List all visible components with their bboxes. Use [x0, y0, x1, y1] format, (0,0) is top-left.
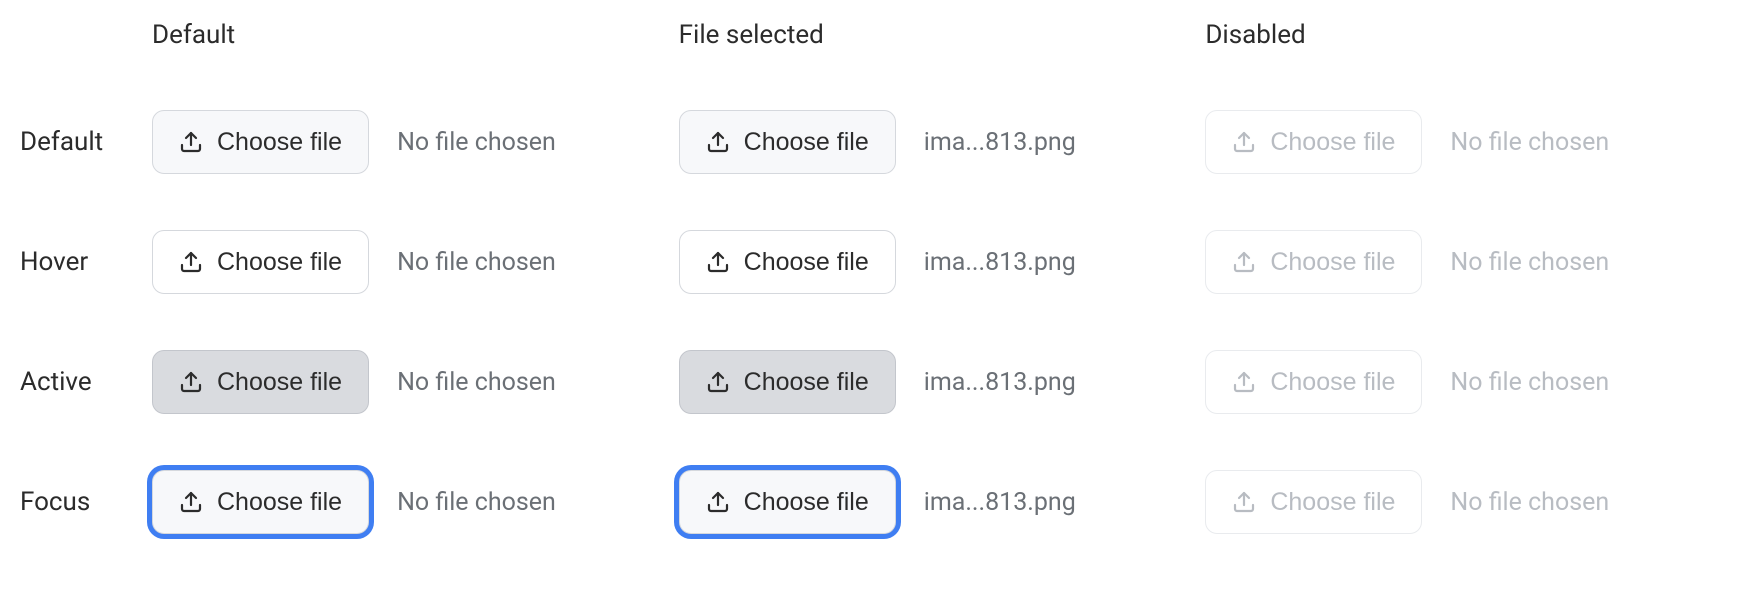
- choose-file-button[interactable]: Choose file: [152, 110, 369, 174]
- cell-default-selected: Choose file ima...813.png: [679, 110, 1206, 174]
- file-status: ima...813.png: [924, 488, 1076, 517]
- file-status: No file chosen: [1450, 248, 1609, 277]
- choose-file-button: Choose file: [1205, 230, 1422, 294]
- choose-file-label: Choose file: [217, 488, 342, 517]
- file-status: No file chosen: [1450, 128, 1609, 157]
- cell-hover-selected: Choose file ima...813.png: [679, 230, 1206, 294]
- choose-file-label: Choose file: [217, 248, 342, 277]
- choose-file-button[interactable]: Choose file: [679, 350, 896, 414]
- row-label-active: Active: [20, 367, 152, 397]
- col-header-disabled: Disabled: [1205, 20, 1732, 54]
- upload-icon: [706, 490, 730, 514]
- upload-icon: [1232, 250, 1256, 274]
- choose-file-label: Choose file: [217, 128, 342, 157]
- upload-icon: [179, 130, 203, 154]
- file-status: ima...813.png: [924, 128, 1076, 157]
- file-status: No file chosen: [1450, 488, 1609, 517]
- row-label-hover: Hover: [20, 247, 152, 277]
- cell-default-disabled: Choose file No file chosen: [1205, 110, 1732, 174]
- cell-hover-default: Choose file No file chosen: [152, 230, 679, 294]
- choose-file-button[interactable]: Choose file: [152, 470, 369, 534]
- row-label-focus: Focus: [20, 487, 152, 517]
- cell-focus-selected: Choose file ima...813.png: [679, 470, 1206, 534]
- upload-icon: [179, 250, 203, 274]
- choose-file-label: Choose file: [1270, 128, 1395, 157]
- upload-icon: [1232, 130, 1256, 154]
- choose-file-label: Choose file: [744, 488, 869, 517]
- choose-file-button[interactable]: Choose file: [679, 470, 896, 534]
- upload-icon: [706, 130, 730, 154]
- choose-file-button: Choose file: [1205, 110, 1422, 174]
- cell-default-default: Choose file No file chosen: [152, 110, 679, 174]
- col-header-selected: File selected: [679, 20, 1206, 54]
- choose-file-label: Choose file: [1270, 488, 1395, 517]
- choose-file-label: Choose file: [217, 368, 342, 397]
- upload-icon: [179, 490, 203, 514]
- cell-active-selected: Choose file ima...813.png: [679, 350, 1206, 414]
- cell-active-default: Choose file No file chosen: [152, 350, 679, 414]
- file-input-state-matrix: Default File selected Disabled Default C…: [20, 20, 1732, 534]
- cell-focus-disabled: Choose file No file chosen: [1205, 470, 1732, 534]
- choose-file-label: Choose file: [744, 368, 869, 397]
- cell-active-disabled: Choose file No file chosen: [1205, 350, 1732, 414]
- file-status: No file chosen: [397, 368, 556, 397]
- file-status: ima...813.png: [924, 368, 1076, 397]
- file-status: No file chosen: [397, 488, 556, 517]
- choose-file-button[interactable]: Choose file: [679, 110, 896, 174]
- file-status: No file chosen: [397, 248, 556, 277]
- choose-file-button: Choose file: [1205, 470, 1422, 534]
- file-status: No file chosen: [1450, 368, 1609, 397]
- file-status: No file chosen: [397, 128, 556, 157]
- row-label-default: Default: [20, 127, 152, 157]
- choose-file-button[interactable]: Choose file: [152, 350, 369, 414]
- choose-file-label: Choose file: [1270, 248, 1395, 277]
- cell-hover-disabled: Choose file No file chosen: [1205, 230, 1732, 294]
- choose-file-label: Choose file: [744, 248, 869, 277]
- file-status: ima...813.png: [924, 248, 1076, 277]
- choose-file-button[interactable]: Choose file: [152, 230, 369, 294]
- cell-focus-default: Choose file No file chosen: [152, 470, 679, 534]
- choose-file-button[interactable]: Choose file: [679, 230, 896, 294]
- upload-icon: [179, 370, 203, 394]
- choose-file-button: Choose file: [1205, 350, 1422, 414]
- upload-icon: [1232, 490, 1256, 514]
- upload-icon: [706, 250, 730, 274]
- upload-icon: [706, 370, 730, 394]
- choose-file-label: Choose file: [1270, 368, 1395, 397]
- upload-icon: [1232, 370, 1256, 394]
- choose-file-label: Choose file: [744, 128, 869, 157]
- col-header-default: Default: [152, 20, 679, 54]
